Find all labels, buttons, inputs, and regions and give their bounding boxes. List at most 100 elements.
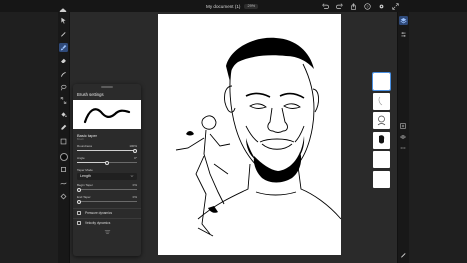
redo-button[interactable] (336, 2, 343, 10)
layer-preview (377, 115, 386, 126)
top-actions: ? (322, 2, 399, 10)
slider-knob[interactable] (77, 199, 81, 204)
layer-visibility-button[interactable] (400, 133, 407, 140)
brush-name: Basic taper (77, 132, 98, 138)
cursor-icon (61, 17, 66, 24)
angle-value: 0° (134, 155, 137, 160)
layer-thumb-6[interactable] (373, 170, 390, 188)
tool-lasso[interactable] (59, 83, 68, 92)
add-layer-button[interactable] (400, 122, 407, 129)
brush-stroke-preview (73, 99, 141, 129)
slider-knob[interactable] (77, 187, 81, 192)
home-button[interactable] (59, 2, 67, 15)
tool-transform[interactable] (59, 96, 68, 105)
brush-settings-panel: Brush settings Basic taper Brush Roundne… (73, 84, 141, 256)
slider-knob[interactable] (105, 160, 109, 165)
tool-eraser[interactable] (59, 56, 68, 65)
end-taper-control: End Taper 0% (73, 192, 141, 204)
drawing-canvas[interactable] (158, 14, 341, 255)
roundness-value: 100% (129, 143, 137, 148)
panel-title: Brush settings (77, 91, 104, 97)
taper-mode-label: Taper Mode (77, 167, 93, 172)
end-taper-value: 0% (132, 194, 137, 199)
angle-control: Angle 0° (73, 153, 141, 165)
layer-thumb-2[interactable] (373, 92, 390, 110)
help-icon: ? (364, 2, 371, 10)
tool-stroke[interactable] (59, 179, 68, 188)
shape-icon (60, 138, 67, 144)
roundness-slider[interactable] (77, 148, 137, 153)
tool-pen[interactable] (59, 29, 68, 38)
stroke-preview (83, 107, 131, 123)
layer-thumb-4[interactable] (373, 131, 390, 149)
transform-icon (60, 97, 67, 104)
layer-thumb-3[interactable] (373, 112, 390, 130)
chevron-down-icon (130, 175, 134, 177)
stack-icon (61, 167, 66, 173)
diamond-icon (60, 193, 67, 200)
stroke-icon (60, 182, 67, 185)
share-button[interactable] (350, 2, 357, 10)
layers-panel-button[interactable] (399, 16, 408, 25)
panel-footer (73, 228, 141, 234)
velocity-dynamics-checkbox[interactable] (77, 221, 81, 225)
edit-button[interactable] (400, 251, 407, 258)
share-icon (351, 2, 356, 10)
pressure-dynamics-row[interactable]: Pressure dynamics (73, 207, 141, 218)
slider-knob[interactable] (133, 148, 137, 153)
layers-panel (372, 72, 391, 191)
lasso-icon (61, 84, 67, 91)
line-art-illustration (175, 37, 341, 237)
end-taper-slider[interactable] (77, 199, 137, 204)
layer-actions (398, 122, 408, 151)
undo-icon (322, 2, 329, 9)
begin-taper-value: 0% (132, 182, 137, 187)
layers-icon (400, 18, 407, 24)
tool-brush[interactable] (59, 42, 68, 52)
velocity-dynamics-label: Velocity dynamics (85, 221, 111, 225)
eye-icon (400, 134, 406, 139)
layer-thumb-1[interactable] (372, 72, 391, 91)
document-header: My document (1) 29% (206, 2, 259, 10)
sliders-icon (401, 32, 406, 37)
tool-fill[interactable] (59, 110, 68, 119)
tool-smudge[interactable] (59, 70, 68, 79)
help-button[interactable]: ? (364, 2, 371, 10)
end-taper-label: End Taper (77, 194, 91, 199)
current-color-swatch[interactable] (59, 152, 68, 161)
settings-button[interactable] (378, 3, 385, 10)
undo-button[interactable] (322, 2, 329, 10)
layer-more-button[interactable] (400, 144, 407, 151)
pencil-icon (401, 253, 406, 258)
tool-eyedropper[interactable] (59, 123, 68, 132)
fill-icon (61, 112, 67, 117)
begin-taper-slider[interactable] (77, 187, 137, 192)
tool-home[interactable] (59, 16, 68, 25)
tool-shape[interactable] (59, 137, 68, 146)
taper-mode-select[interactable]: Length (77, 172, 137, 180)
eyedropper-icon (61, 124, 67, 130)
more-icon (400, 146, 406, 149)
panel-drag-handle[interactable] (101, 86, 113, 88)
fullscreen-button[interactable] (392, 2, 399, 10)
pressure-dynamics-checkbox[interactable] (77, 211, 81, 215)
tool-more[interactable] (59, 192, 68, 201)
svg-text:?: ? (367, 4, 369, 8)
layer-preview (379, 134, 385, 144)
tool-layers-toggle[interactable] (59, 165, 68, 174)
eraser-icon (61, 58, 66, 64)
layer-thumb-5[interactable] (373, 151, 390, 169)
properties-panel-button[interactable] (399, 30, 408, 39)
angle-slider[interactable] (77, 160, 137, 165)
zoom-level[interactable]: 29% (244, 3, 259, 9)
expand-icon (392, 2, 399, 10)
plus-square-icon (400, 122, 406, 129)
left-toolbar (58, 12, 70, 263)
begin-taper-label: Begin Taper (77, 182, 93, 187)
collapse-icon[interactable] (104, 229, 111, 234)
velocity-dynamics-row[interactable]: Velocity dynamics (73, 217, 141, 228)
pen-icon (61, 32, 66, 38)
document-title[interactable]: My document (1) (206, 4, 240, 9)
redo-icon (336, 2, 343, 9)
gear-icon (379, 4, 384, 8)
